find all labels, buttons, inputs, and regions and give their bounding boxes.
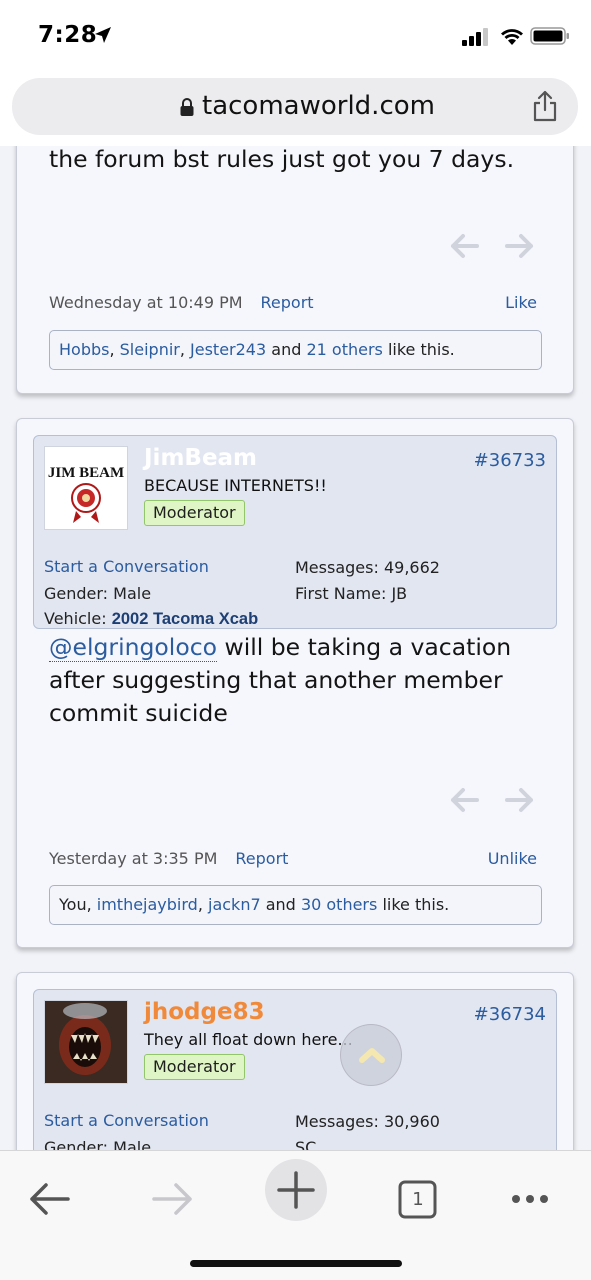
new-tab-button[interactable] — [265, 1159, 327, 1221]
chevron-up-icon — [359, 1048, 385, 1063]
username-link[interactable]: JimBeam — [144, 445, 257, 471]
address-bar[interactable]: tacomaworld.com — [12, 78, 578, 135]
unlike-button[interactable]: Unlike — [488, 849, 537, 868]
likes-suffix: like this. — [387, 340, 455, 359]
back-arrow-icon[interactable] — [20, 1169, 80, 1229]
forward-arrow-icon[interactable] — [142, 1169, 202, 1229]
gender-label: Gender: — [44, 1138, 109, 1150]
messages-value: 30,960 — [383, 1112, 440, 1131]
post-timestamp: Yesterday at 3:35 PM — [49, 849, 218, 868]
report-link[interactable]: Report — [235, 849, 288, 868]
liker-link[interactable]: jackn7 — [208, 895, 261, 914]
moderator-badge: Moderator — [144, 500, 245, 526]
post-timestamp: Wednesday at 10:49 PM — [49, 293, 243, 312]
avatar-image — [45, 1001, 127, 1083]
post-number-link[interactable]: #36734 — [474, 1004, 546, 1025]
post-meta: Yesterday at 3:35 PM Report — [49, 849, 288, 868]
tab-switcher-button[interactable]: 1 — [388, 1169, 448, 1229]
vehicle-field: Vehicle: 2002 Tacoma Xcab — [44, 609, 258, 629]
url-text: tacomaworld.com — [202, 91, 435, 121]
wifi-icon — [501, 29, 523, 45]
lock-icon — [180, 98, 194, 116]
gender-label: Gender: — [44, 584, 109, 603]
first-name-value: JB — [391, 584, 408, 603]
post-nav-arrows — [451, 788, 533, 812]
post-message: @elgringoloco will be taking a vacation … — [49, 631, 511, 730]
likes-suffix: like this. — [382, 895, 450, 914]
page-content: the forum bst rules just got you 7 days.… — [0, 146, 591, 1150]
avatar[interactable]: JIM BEAM — [44, 446, 128, 530]
share-icon[interactable] — [532, 90, 558, 122]
tab-count: 1 — [412, 1189, 424, 1210]
arrow-right-icon[interactable] — [505, 234, 533, 258]
status-time: 7:28 — [38, 22, 98, 48]
messages-field: Messages: 49,662 — [295, 558, 440, 577]
post-line-1-text: will be taking a vacation — [217, 633, 512, 661]
gender-field: Gender: Male — [44, 584, 151, 603]
user-info-block: jhodge83 They all float down here... Mod… — [33, 989, 557, 1150]
user-title: BECAUSE INTERNETS!! — [144, 476, 327, 495]
post-line-1: @elgringoloco will be taking a vacation — [49, 631, 511, 664]
forum-post: the forum bst rules just got you 7 days.… — [16, 146, 574, 394]
arrow-right-icon[interactable] — [505, 788, 533, 812]
messages-label: Messages: — [295, 1112, 379, 1131]
post-number-link[interactable]: #36733 — [474, 450, 546, 471]
liker-link[interactable]: imthejaybird — [97, 895, 198, 914]
post-line-2: after suggesting that another member — [49, 666, 503, 694]
messages-label: Messages: — [295, 558, 379, 577]
first-name-label: First Name: — [295, 584, 387, 603]
messages-field: Messages: 30,960 — [295, 1112, 440, 1131]
state-field: SC — [295, 1138, 317, 1150]
gender-value: Male — [113, 584, 152, 603]
gender-value: Male — [113, 1138, 152, 1150]
home-indicator[interactable] — [190, 1260, 402, 1267]
start-conversation-link[interactable]: Start a Conversation — [44, 557, 209, 576]
scroll-to-top-button[interactable] — [340, 1024, 402, 1086]
battery-icon — [530, 27, 569, 45]
messages-value: 49,662 — [383, 558, 440, 577]
post-line-3: commit suicide — [49, 699, 228, 727]
liker-link[interactable]: Jester243 — [190, 340, 266, 359]
username-link[interactable]: jhodge83 — [144, 999, 265, 1025]
post-message: the forum bst rules just got you 7 days. — [49, 146, 515, 173]
avatar-logo-text: JIM BEAM — [48, 465, 124, 481]
likes-others-link[interactable]: 30 others — [301, 895, 377, 914]
start-conversation-link[interactable]: Start a Conversation — [44, 1111, 209, 1130]
arrow-left-icon[interactable] — [451, 234, 479, 258]
jim-beam-logo: JIM BEAM — [48, 465, 124, 523]
more-menu-icon[interactable] — [500, 1169, 560, 1229]
likes-others-link[interactable]: 21 others — [306, 340, 382, 359]
cellular-signal-icon — [462, 28, 488, 46]
likes-summary: Hobbs, Sleipnir, Jester243 and 21 others… — [49, 330, 542, 370]
avatar[interactable] — [44, 1000, 128, 1084]
report-link[interactable]: Report — [261, 293, 314, 312]
vehicle-value: 2002 Tacoma Xcab — [111, 610, 259, 628]
user-mention-link[interactable]: @elgringoloco — [49, 633, 217, 662]
liker-link[interactable]: Hobbs — [59, 340, 109, 359]
post-meta: Wednesday at 10:49 PM Report — [49, 293, 314, 312]
first-name-field: First Name: JB — [295, 584, 407, 603]
forum-post: jhodge83 They all float down here... Mod… — [16, 972, 574, 1150]
arrow-left-icon[interactable] — [451, 788, 479, 812]
location-arrow-icon — [95, 27, 111, 43]
likes-and: and — [271, 340, 302, 359]
post-nav-arrows — [451, 234, 533, 258]
gender-field: Gender: Male — [44, 1138, 151, 1150]
like-button[interactable]: Like — [505, 293, 537, 312]
user-info-block: JIM BEAM JimBeam BECAUSE INTERNETS!! Mod… — [33, 435, 557, 629]
plus-icon — [277, 1171, 315, 1209]
likes-and: and — [265, 895, 296, 914]
status-bar: 7:28 — [0, 0, 591, 72]
user-title: They all float down here... — [144, 1030, 353, 1049]
likes-you: You, — [59, 895, 92, 914]
forum-post: JIM BEAM JimBeam BECAUSE INTERNETS!! Mod… — [16, 418, 574, 948]
moderator-badge: Moderator — [144, 1054, 245, 1080]
liker-link[interactable]: Sleipnir — [120, 340, 180, 359]
likes-summary: You, imthejaybird, jackn7 and 30 others … — [49, 885, 542, 925]
vehicle-label: Vehicle: — [44, 609, 107, 628]
